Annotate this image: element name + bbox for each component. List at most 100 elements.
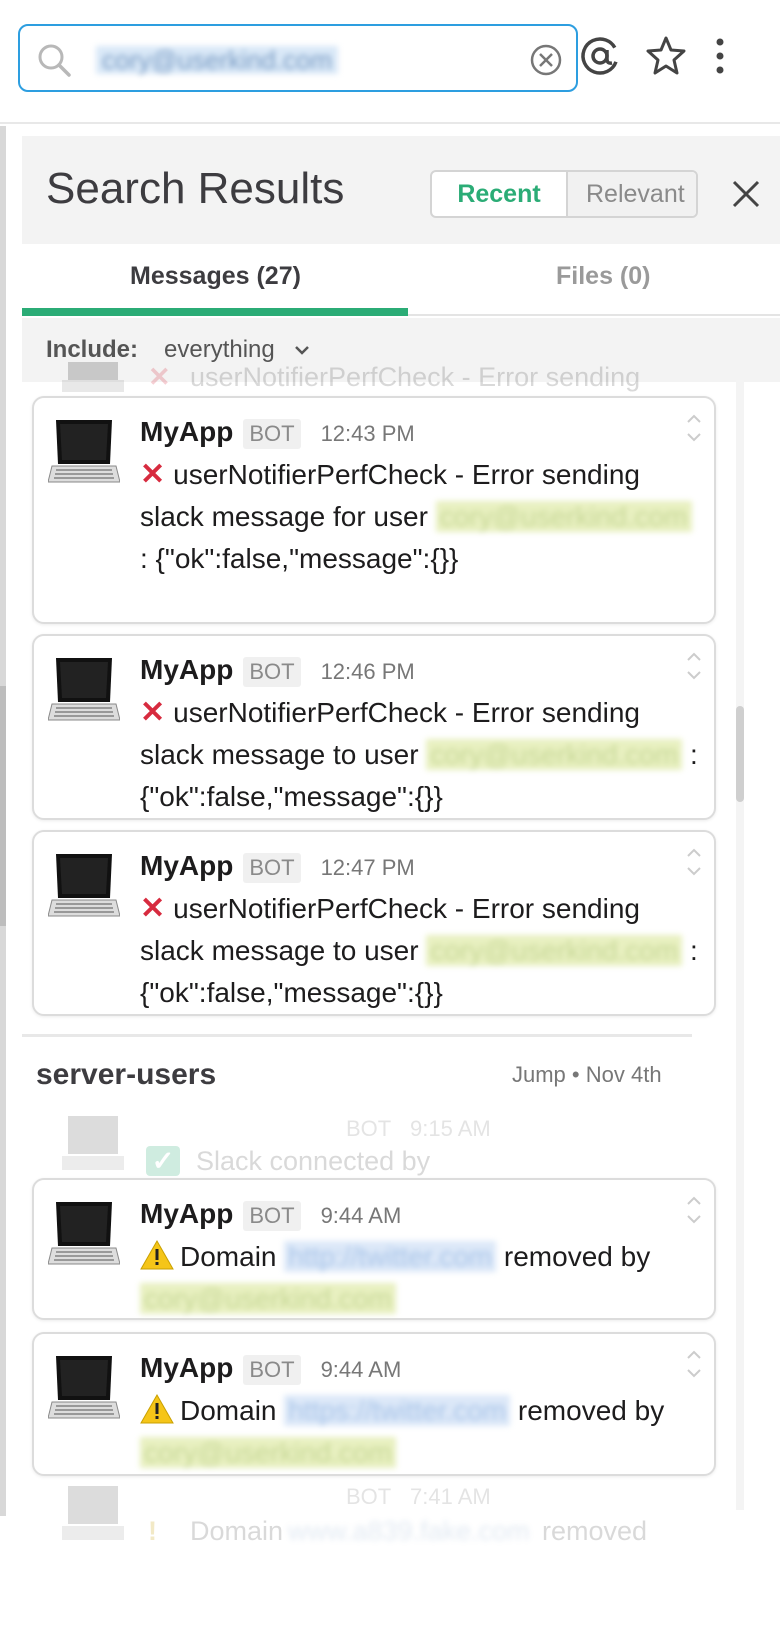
active-tab-indicator (22, 308, 408, 316)
channel-name[interactable]: server-users (36, 1058, 216, 1092)
error-icon: ✕ (140, 892, 166, 925)
check-icon: ✓ (146, 1146, 180, 1176)
channel-meta: Jump • Nov 4th (512, 1062, 662, 1088)
message-card[interactable]: MyApp BOT 9:44 AM Domain https://twitter… (32, 1332, 716, 1476)
bot-badge: BOT (346, 1484, 392, 1509)
message-card[interactable]: MyApp BOT 9:44 AM Domain http://twitter.… (32, 1178, 716, 1320)
gutter-line (0, 686, 6, 926)
message-prefix: Domain (180, 1241, 277, 1272)
sender-name[interactable]: MyApp (140, 654, 233, 686)
sort-relevant-button[interactable]: Relevant (566, 172, 696, 216)
star-icon[interactable] (644, 34, 688, 78)
message-time[interactable]: 12:47 PM (321, 855, 415, 881)
search-query: cory@userkind.com (96, 46, 339, 74)
bot-badge: BOT (243, 853, 301, 883)
laptop-icon (48, 854, 120, 917)
message-suffix: removed (542, 1516, 648, 1546)
bot-badge: BOT (346, 1116, 392, 1141)
context-text: Slack connected by (196, 1146, 431, 1176)
message-middle: removed by (503, 1241, 651, 1272)
close-icon[interactable] (728, 176, 764, 212)
include-value: everything (164, 336, 275, 363)
warning-icon: ! (148, 1516, 157, 1546)
sender-name[interactable]: MyApp (140, 1198, 233, 1230)
laptop-icon (48, 1202, 120, 1265)
laptop-icon (62, 362, 124, 392)
bot-badge: BOT (243, 1201, 301, 1231)
divider (22, 1034, 692, 1037)
channel-date: Nov 4th (585, 1062, 662, 1087)
sender-name[interactable]: MyApp (140, 1352, 233, 1384)
include-label: Include: (46, 336, 139, 363)
sort-toggle: Recent Relevant (430, 170, 698, 218)
sort-arrows-icon[interactable] (684, 844, 704, 880)
error-icon: ✕ (140, 458, 166, 491)
jump-link[interactable]: Jump (512, 1062, 566, 1087)
sender-name[interactable]: MyApp (140, 850, 233, 882)
message-text: Domain http://twitter.com removed by cor… (140, 1236, 700, 1320)
tab-messages[interactable]: Messages (27) (130, 262, 301, 291)
email-link[interactable]: cory@userkind.com (435, 501, 692, 532)
message-time[interactable]: 9:44 AM (321, 1203, 402, 1229)
chevron-down-icon (295, 346, 309, 355)
message-text: ✕ userNotifierPerfCheck - Error sending s… (140, 888, 700, 1014)
email-link[interactable]: cory@userkind.com (140, 1437, 396, 1468)
top-bar: cory@userkind.com (0, 0, 780, 124)
at-icon[interactable] (578, 34, 622, 78)
context-message: BOT 9:15 AM ✓ Slack connected by (62, 1112, 722, 1178)
sort-recent-button[interactable]: Recent (432, 172, 566, 216)
sort-arrows-icon[interactable] (684, 648, 704, 684)
sort-arrows-icon[interactable] (684, 410, 704, 446)
sender-name[interactable]: MyApp (140, 416, 233, 448)
message-suffix: : {"ok":false,"message":{}} (140, 543, 459, 574)
error-icon: ✕ (140, 696, 166, 729)
laptop-icon (48, 658, 120, 721)
laptop-icon (48, 420, 120, 483)
message-card[interactable]: MyApp BOT 12:43 PM ✕ userNotifierPerfChec… (32, 396, 716, 624)
message-card[interactable]: MyApp BOT 12:47 PM ✕ userNotifierPerfChec… (32, 830, 716, 1016)
message-text: ✕ userNotifierPerfCheck - Error sending s… (140, 692, 700, 818)
scrollbar-track[interactable] (736, 380, 744, 1510)
message-time[interactable]: 12:46 PM (321, 659, 415, 685)
message-text: Domain https://twitter.com removed by co… (140, 1390, 700, 1474)
url-link[interactable]: http://twitter.com (284, 1241, 497, 1272)
page-title: Search Results (46, 164, 345, 213)
email-link[interactable]: cory@userkind.com (426, 935, 683, 966)
email-link[interactable]: cory@userkind.com (140, 1283, 396, 1314)
sort-arrows-icon[interactable] (684, 1346, 704, 1382)
warning-icon (140, 1240, 174, 1270)
laptop-icon (48, 1356, 120, 1419)
url-link[interactable]: https://twitter.com (284, 1395, 511, 1426)
bot-badge: BOT (243, 1355, 301, 1385)
context-message: ✕ userNotifierPerfCheck - Error sending (62, 362, 722, 396)
more-vertical-icon[interactable] (698, 34, 742, 78)
laptop-icon (62, 1116, 124, 1170)
message-time: 7:41 AM (410, 1484, 491, 1509)
message-time[interactable]: 9:44 AM (321, 1357, 402, 1383)
error-icon: ✕ (148, 362, 171, 392)
bot-badge: BOT (243, 657, 301, 687)
result-tabs: Messages (27) Files (0) (22, 244, 780, 316)
clear-search-icon[interactable] (528, 42, 564, 78)
search-input[interactable]: cory@userkind.com (18, 24, 578, 92)
laptop-icon (62, 1486, 124, 1540)
message-time[interactable]: 12:43 PM (321, 421, 415, 447)
warning-icon (140, 1394, 174, 1424)
bot-badge: BOT (243, 419, 301, 449)
context-message: BOT 7:41 AM ! Domain www.a839.fake.com r… (62, 1482, 722, 1552)
sort-arrows-icon[interactable] (684, 1192, 704, 1228)
message-card[interactable]: MyApp BOT 12:46 PM ✕ userNotifierPerfChec… (32, 634, 716, 820)
message-middle: removed by (517, 1395, 665, 1426)
email-link[interactable]: cory@userkind.com (426, 739, 683, 770)
search-icon (38, 44, 71, 77)
tab-files[interactable]: Files (0) (556, 262, 650, 291)
url-link: www.a839.fake.com (288, 1516, 530, 1546)
gutter-line (0, 926, 6, 1516)
context-text: userNotifierPerfCheck - Error sending (190, 362, 641, 392)
message-prefix: Domain (190, 1516, 284, 1546)
scrollbar-thumb[interactable] (736, 706, 744, 802)
search-results-header: Search Results Recent Relevant (22, 136, 780, 244)
message-text: ✕ userNotifierPerfCheck - Error sending s… (140, 454, 700, 580)
gutter-line (0, 126, 6, 686)
bullet-separator: • (571, 1062, 586, 1087)
